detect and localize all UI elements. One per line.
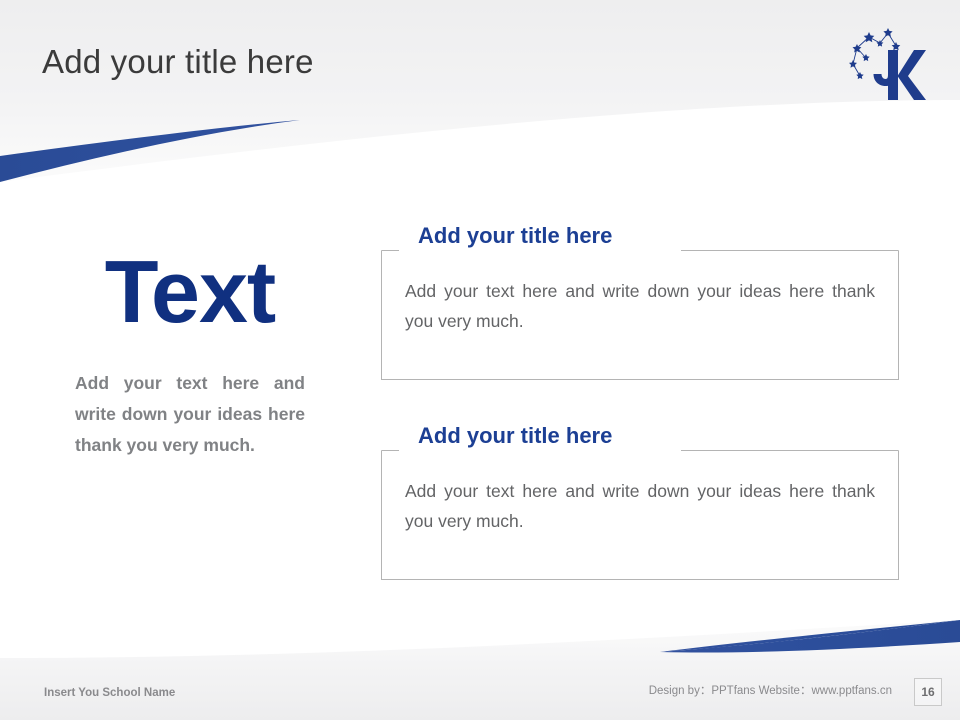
- page-number-badge: 16: [914, 678, 942, 706]
- footer-decoration: [0, 620, 960, 720]
- panel-body-1: Add your text here and write down your i…: [405, 281, 875, 332]
- panel-body-2: Add your text here and write down your i…: [405, 481, 875, 532]
- presentation-slide: Add your title here Text Add your text h…: [0, 0, 960, 720]
- left-column: Text Add your text here and write down y…: [55, 248, 325, 461]
- big-text-heading: Text: [104, 242, 276, 341]
- header-decoration: [0, 0, 960, 182]
- left-column-body: Add your text here and write down your i…: [75, 373, 305, 456]
- content-panel-1[interactable]: Add your title here Add your text here a…: [381, 223, 899, 380]
- content-panel-2[interactable]: Add your title here Add your text here a…: [381, 423, 899, 580]
- university-k-star-logo: [849, 28, 926, 100]
- page-title: Add your title here: [42, 43, 314, 80]
- panel-title-2: Add your title here: [412, 423, 619, 449]
- panel-title-1: Add your title here: [412, 223, 619, 249]
- footer-credits: Design by：PPTfans Website：www.pptfans.cn: [648, 685, 892, 697]
- footer-school-name: Insert You School Name: [44, 687, 176, 699]
